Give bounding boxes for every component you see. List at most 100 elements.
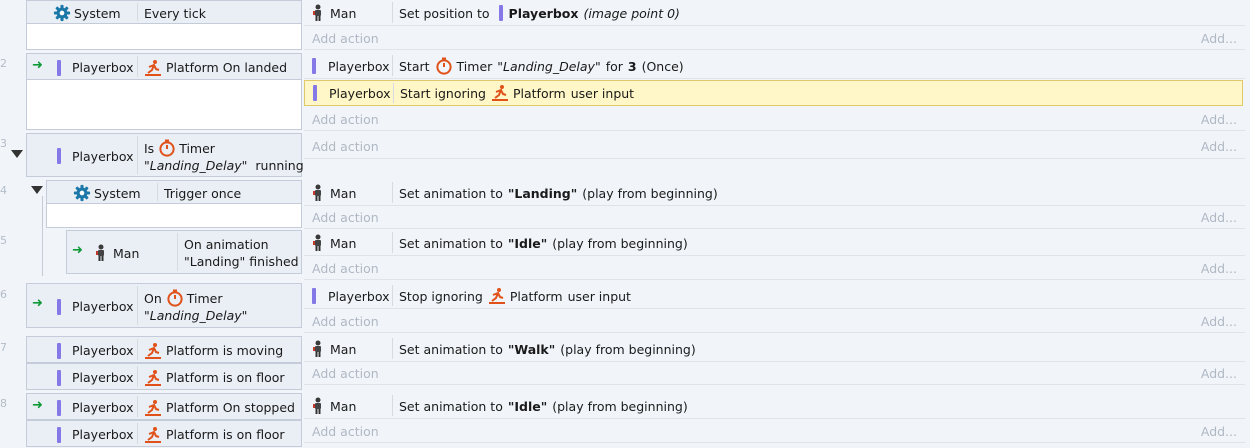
condition-row[interactable]: Playerbox Is Timer "Landing_Delay" runni… xyxy=(26,133,304,177)
action-row[interactable]: Playerbox Start Timer "Landing_Delay" fo… xyxy=(304,53,1245,79)
animation-name: "Idle" xyxy=(507,398,548,414)
man-sprite-icon xyxy=(312,4,324,22)
action-row[interactable]: Man Set animation to "Idle" (play from b… xyxy=(304,230,1245,256)
action-object: Man xyxy=(312,230,356,256)
action-verb: Set animation to xyxy=(399,235,503,251)
action-row[interactable]: Man Set position to Playerbox (image poi… xyxy=(304,0,1245,26)
action-verb: Start ignoring xyxy=(400,85,486,101)
sprite-icon xyxy=(57,148,61,164)
add-more-link[interactable]: Add... xyxy=(1201,424,1237,439)
separator xyxy=(392,182,393,203)
event-number: 3 xyxy=(0,137,7,150)
condition-object-name: Man xyxy=(113,245,140,261)
sprite-icon xyxy=(57,59,61,76)
event-number: 5 xyxy=(0,234,7,247)
action-row[interactable]: Man Set animation to "Walk" (play from b… xyxy=(304,336,1245,362)
condition-text: On Timer "Landing_Delay" xyxy=(144,289,247,324)
trigger-arrow-icon: ➜ xyxy=(32,58,43,73)
add-action-link[interactable]: Add action xyxy=(312,31,379,46)
action-verb: Start xyxy=(399,58,430,74)
condition-row[interactable]: Playerbox Platform is moving xyxy=(26,336,302,363)
action-row[interactable]: Playerbox Stop ignoring Platform user in… xyxy=(304,283,1245,309)
condition-row[interactable]: ➜ Playerbox Platform On landed xyxy=(26,53,302,80)
action-object: Man xyxy=(312,336,356,362)
condition-object-name: Playerbox xyxy=(72,148,134,164)
separator xyxy=(137,423,138,444)
collapse-arrow-icon[interactable] xyxy=(11,150,23,158)
behavior-name: Platform xyxy=(509,288,563,304)
condition-text: Platform On landed xyxy=(144,54,287,81)
event-number: 2 xyxy=(0,57,7,70)
condition-object: System xyxy=(73,181,141,205)
add-action-row[interactable]: Add action Add... xyxy=(304,419,1245,443)
sprite-icon xyxy=(57,399,61,416)
add-action-link[interactable]: Add action xyxy=(312,314,379,329)
condition-row[interactable]: Playerbox Platform is on floor xyxy=(26,420,302,447)
sprite-icon xyxy=(312,58,316,74)
add-more-link[interactable]: Add... xyxy=(1201,210,1237,225)
add-action-row[interactable]: Add action Add... xyxy=(304,309,1245,333)
add-action-row[interactable]: Add action Add... xyxy=(304,133,1245,159)
add-more-link[interactable]: Add... xyxy=(1201,366,1237,381)
add-action-link[interactable]: Add action xyxy=(312,261,379,276)
collapse-arrow-icon[interactable] xyxy=(31,186,43,194)
trigger-arrow-icon: ➜ xyxy=(72,243,83,258)
action-row-selected[interactable]: Playerbox Start ignoring Platform user i… xyxy=(304,80,1243,106)
man-sprite-icon xyxy=(312,234,324,252)
add-action-row[interactable]: Add action Add... xyxy=(304,107,1245,131)
condition-object: Playerbox xyxy=(57,54,134,81)
add-action-link[interactable]: Add action xyxy=(312,139,379,154)
add-more-link[interactable]: Add... xyxy=(1201,314,1237,329)
man-sprite-icon xyxy=(312,184,324,202)
behavior-name: Timer xyxy=(456,58,493,74)
separator xyxy=(157,183,158,201)
condition-row[interactable]: ➜ Playerbox Platform On stopped xyxy=(26,393,302,420)
event-number: 6 xyxy=(0,288,7,301)
condition-line-2: "Landing" finished xyxy=(184,254,299,269)
add-more-link[interactable]: Add... xyxy=(1201,31,1237,46)
platform-behavior-icon xyxy=(144,399,162,417)
action-text: Set animation to "Idle" (play from begin… xyxy=(399,393,688,419)
condition-row[interactable]: ➜ Man On animation "Landing" finished xyxy=(66,230,302,274)
condition-verb: On xyxy=(144,290,162,306)
condition-row[interactable]: System Trigger once xyxy=(46,180,302,204)
add-action-link[interactable]: Add action xyxy=(312,210,379,225)
condition-row[interactable]: System Every tick xyxy=(26,0,302,24)
add-more-link[interactable]: Add... xyxy=(1201,112,1237,127)
add-action-link[interactable]: Add action xyxy=(312,424,379,439)
action-param: user input xyxy=(567,288,631,304)
add-action-row[interactable]: Add action Add... xyxy=(304,26,1245,50)
action-verb: Stop ignoring xyxy=(399,288,483,304)
action-row[interactable]: Man Set animation to "Idle" (play from b… xyxy=(304,393,1245,419)
action-object-name: Playerbox xyxy=(328,288,390,304)
action-object: Man xyxy=(312,0,356,26)
sprite-icon xyxy=(498,5,503,21)
condition-row[interactable]: ➜ Playerbox On Timer "Landing_Delay" xyxy=(26,283,302,328)
condition-object: System xyxy=(53,1,121,25)
platform-behavior-icon xyxy=(491,84,509,102)
trigger-arrow-icon: ➜ xyxy=(32,398,43,413)
condition-row[interactable]: Playerbox Platform is on floor xyxy=(26,363,302,390)
animation-name: "Idle" xyxy=(507,235,548,251)
timer-duration: 3 xyxy=(627,58,637,74)
add-action-row[interactable]: Add action Add... xyxy=(304,256,1245,280)
separator xyxy=(392,2,393,23)
sprite-icon xyxy=(57,298,61,315)
add-action-link[interactable]: Add action xyxy=(312,366,379,381)
platform-behavior-icon xyxy=(144,59,162,77)
add-action-row[interactable]: Add action Add... xyxy=(304,205,1245,229)
add-more-link[interactable]: Add... xyxy=(1201,139,1237,154)
condition-label: Platform is moving xyxy=(166,343,284,358)
timer-tag: "Landing_Delay" xyxy=(497,58,601,74)
sprite-icon xyxy=(313,85,317,101)
condition-object: Playerbox xyxy=(57,337,134,364)
condition-label: Platform On landed xyxy=(166,60,288,75)
add-action-row[interactable]: Add action Add... xyxy=(304,361,1245,385)
sprite-icon xyxy=(57,342,61,359)
add-more-link[interactable]: Add... xyxy=(1201,261,1237,276)
add-action-link[interactable]: Add action xyxy=(312,112,379,127)
condition-object-name: Playerbox xyxy=(72,427,134,442)
action-row[interactable]: Man Set animation to "Landing" (play fro… xyxy=(304,180,1245,206)
event-number: 8 xyxy=(0,397,7,410)
action-verb: Set animation to xyxy=(399,398,503,414)
